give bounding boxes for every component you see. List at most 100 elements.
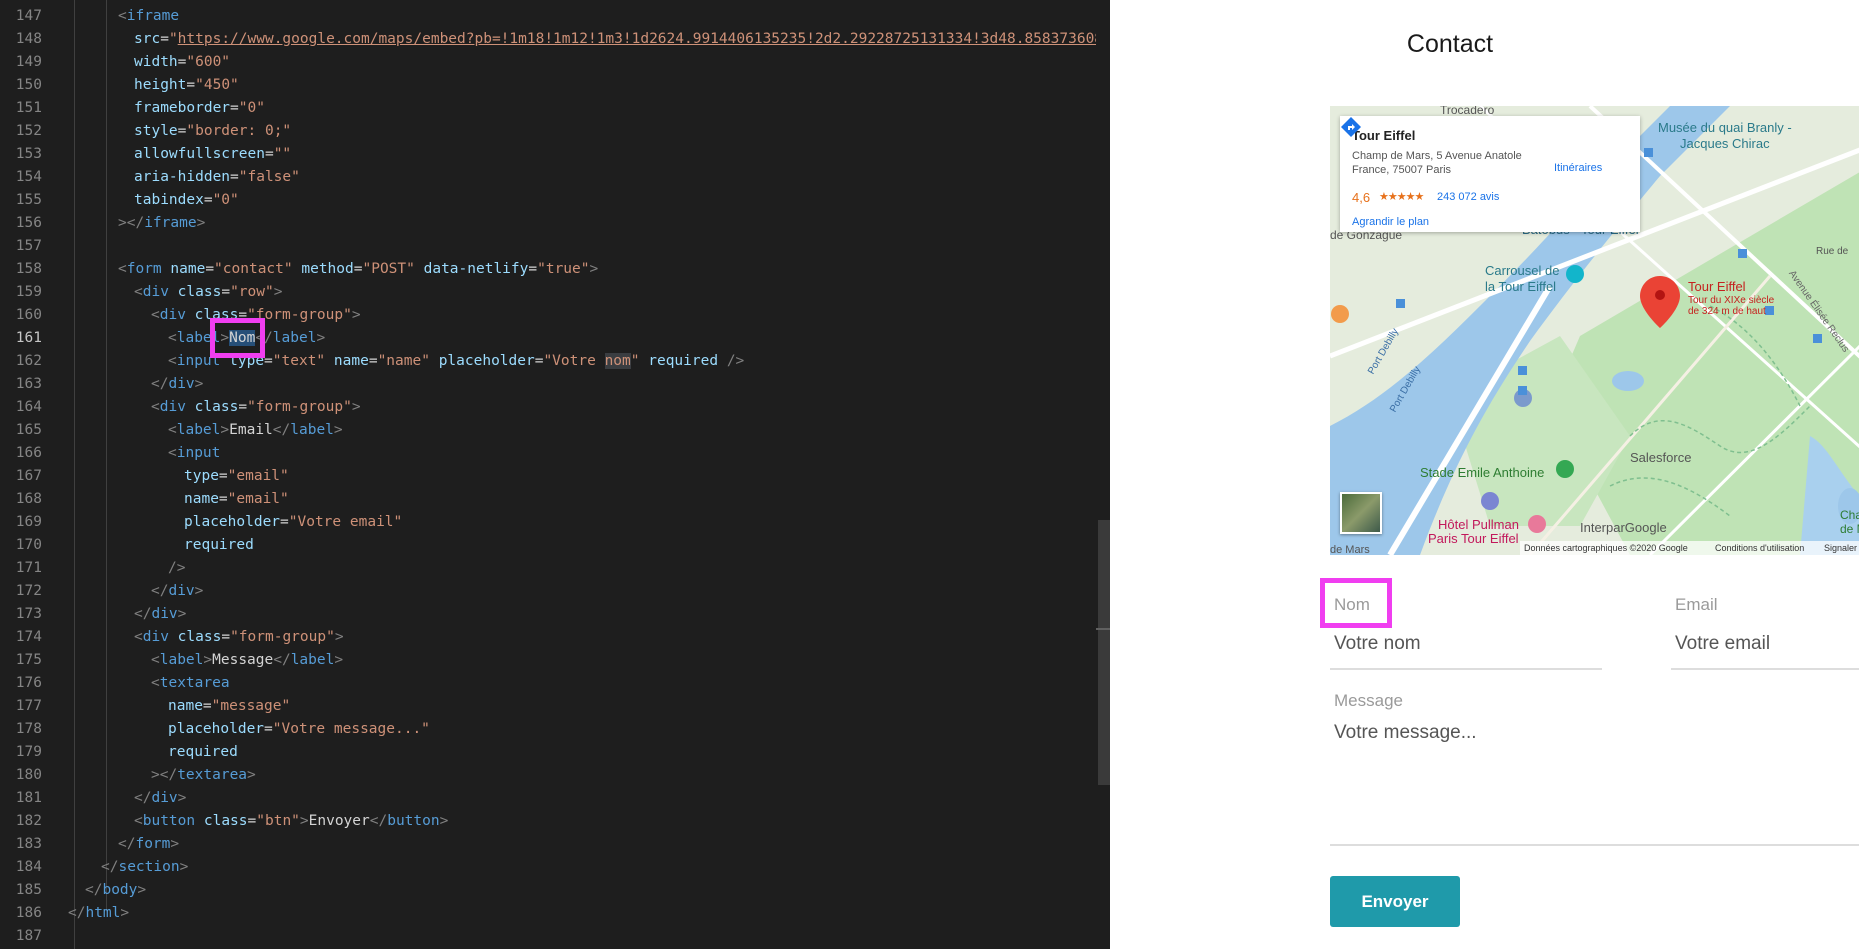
code-line[interactable]: 162 <input type="text" name="name" placeh… — [0, 350, 1110, 373]
map-label: de M — [1840, 522, 1859, 536]
email-input[interactable] — [1671, 632, 1859, 670]
place-info-card: Tour Eiffel Champ de Mars, 5 Avenue Anat… — [1340, 116, 1640, 232]
line-number: 147 — [15, 8, 42, 24]
line-number: 170 — [15, 537, 42, 553]
code-line[interactable]: 163 </div> — [0, 373, 1110, 396]
code-line[interactable]: 187 — [0, 925, 1110, 948]
carrousel-poi-icon — [1566, 265, 1584, 283]
line-number: 186 — [15, 905, 42, 921]
map-label: Char — [1840, 508, 1859, 522]
line-number: 172 — [15, 583, 42, 599]
line-number: 184 — [15, 859, 42, 875]
annotation-highlight-box — [210, 318, 265, 358]
code-line[interactable]: 172 </div> — [0, 580, 1110, 603]
enlarge-map-link[interactable]: Agrandir le plan — [1352, 216, 1429, 228]
code-line[interactable]: 170 required — [0, 534, 1110, 557]
satellite-view-toggle[interactable] — [1340, 492, 1382, 534]
line-number: 183 — [15, 836, 42, 852]
code-line[interactable]: 165 <label>Email</label> — [0, 419, 1110, 442]
code-line[interactable]: 184 </section> — [0, 856, 1110, 879]
line-number: 182 — [15, 813, 42, 829]
code-line[interactable]: 151 frameborder="0" — [0, 97, 1110, 120]
line-number: 168 — [15, 491, 42, 507]
map-report-link[interactable]: Signaler — [1824, 541, 1857, 555]
code-line[interactable]: 179 required — [0, 741, 1110, 764]
map-label: Tour du XIXe siècle — [1688, 295, 1775, 306]
line-number: 161 — [15, 330, 42, 346]
editor-scrollbar-thumb[interactable] — [1098, 520, 1110, 785]
code-line[interactable]: 148 src="https://www.google.com/maps/embe… — [0, 28, 1110, 51]
code-line[interactable]: 157 — [0, 235, 1110, 258]
code-line[interactable]: 185 </body> — [0, 879, 1110, 902]
hotel-poi-icon — [1528, 515, 1546, 533]
iframe-src-url[interactable]: https://www.google.com/maps/embed?pb=!1m… — [178, 31, 1110, 47]
code-line[interactable]: 175 <label>Message</label> — [0, 649, 1110, 672]
editor-scrollbar-track[interactable] — [1096, 0, 1110, 949]
code-line[interactable]: 178 placeholder="Votre message..." — [0, 718, 1110, 741]
line-number: 185 — [15, 882, 42, 898]
code-line-active[interactable]: 161 <label>Nom</label> — [0, 327, 1110, 350]
map-label: la Tour Eiffel — [1485, 279, 1557, 294]
line-number: 150 — [15, 77, 42, 93]
code-line[interactable]: 171/> — [0, 557, 1110, 580]
code-line[interactable]: 160 <div class="form-group"> — [0, 304, 1110, 327]
code-line[interactable]: 152 style="border: 0;" — [0, 120, 1110, 143]
transit-icon — [1813, 334, 1822, 343]
scrollbar-marker — [1096, 628, 1110, 630]
map-label: Stade Emile Anthoine — [1420, 465, 1545, 480]
map-footer: Données cartographiques ©2020 Google Con… — [1520, 541, 1859, 555]
code-line[interactable]: 176 <textarea — [0, 672, 1110, 695]
map-terms-link[interactable]: Conditions d'utilisation — [1715, 541, 1804, 555]
code-line[interactable]: 180 ></textarea> — [0, 764, 1110, 787]
message-label: Message — [1334, 691, 1403, 710]
code-line[interactable]: 153 allowfullscreen="" — [0, 143, 1110, 166]
code-line[interactable]: 149 width="600" — [0, 51, 1110, 74]
message-textarea[interactable] — [1330, 722, 1859, 846]
line-number: 166 — [15, 445, 42, 461]
parking-poi-icon — [1481, 492, 1499, 510]
line-number: 165 — [15, 422, 42, 438]
code-line[interactable]: 181 </div> — [0, 787, 1110, 810]
map-label: Jacques Chirac — [1680, 136, 1770, 151]
line-number: 163 — [15, 376, 42, 392]
transit-icon — [1518, 386, 1527, 395]
line-number: 162 — [15, 353, 42, 369]
line-number: 171 — [15, 560, 42, 576]
line-number: 149 — [15, 54, 42, 70]
code-line[interactable]: 159 <div class="row"> — [0, 281, 1110, 304]
code-line[interactable]: 174 <div class="form-group"> — [0, 626, 1110, 649]
code-line[interactable]: 154 aria-hidden="false" — [0, 166, 1110, 189]
code-line[interactable]: 182 <button class="btn">Envoyer</button> — [0, 810, 1110, 833]
line-number: 157 — [15, 238, 42, 254]
email-label: Email — [1675, 595, 1718, 614]
code-editor[interactable]: 147 <iframe 148 src="https://www.google.co… — [0, 0, 1110, 949]
code-line[interactable]: 167 type="email" — [0, 465, 1110, 488]
nom-input[interactable] — [1330, 632, 1602, 670]
reviews-link[interactable]: 243 072 avis — [1437, 191, 1499, 203]
code-line[interactable]: 177 name="message" — [0, 695, 1110, 718]
code-line[interactable]: 173 </div> — [0, 603, 1110, 626]
code-line[interactable]: 150 height="450" — [0, 74, 1110, 97]
line-number: 176 — [15, 675, 42, 691]
browser-preview: Contact Trocadero Musée du quai Branly -… — [1110, 0, 1859, 949]
google-map-embed[interactable]: Trocadero Musée du quai Branly - Jacques… — [1330, 106, 1859, 555]
submit-button[interactable]: Envoyer — [1330, 876, 1460, 927]
line-number: 156 — [15, 215, 42, 231]
code-line[interactable]: 158 <form name="contact" method="POST" da… — [0, 258, 1110, 281]
code-line[interactable]: 147 <iframe — [0, 5, 1110, 28]
code-line[interactable]: 166 <input — [0, 442, 1110, 465]
map-label: Rue de — [1816, 246, 1849, 257]
code-line[interactable]: 156 ></iframe> — [0, 212, 1110, 235]
directions-icon[interactable] — [1340, 116, 1362, 138]
code-line[interactable]: 169 placeholder="Votre email" — [0, 511, 1110, 534]
code-line[interactable]: 186 </html> — [0, 902, 1110, 925]
rating-stars-icon: ★★★★★ — [1379, 191, 1424, 203]
code-line[interactable]: 168 name="email" — [0, 488, 1110, 511]
code-line[interactable]: 155 tabindex="0" — [0, 189, 1110, 212]
code-line[interactable]: 183 </form> — [0, 833, 1110, 856]
code-line[interactable]: 164 <div class="form-group"> — [0, 396, 1110, 419]
map-label: de 324 m de haut — [1688, 306, 1766, 317]
directions-link[interactable]: Itinéraires — [1554, 162, 1602, 174]
transit-icon — [1518, 366, 1527, 375]
line-number: 148 — [15, 31, 42, 47]
